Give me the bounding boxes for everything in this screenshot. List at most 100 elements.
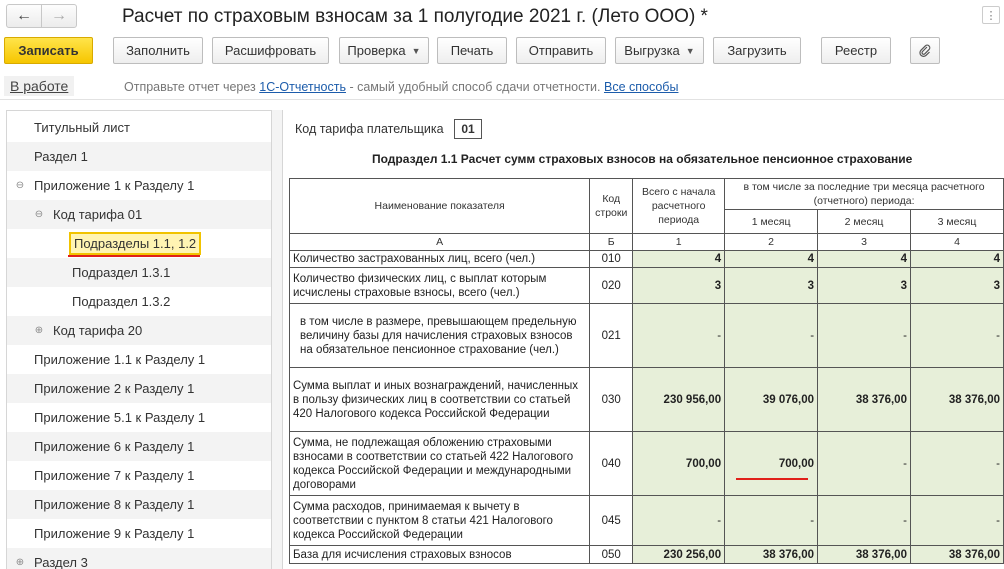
row-code: 030 [589,367,634,432]
attachment-button[interactable] [910,37,940,64]
cell-month1[interactable]: - [724,495,819,546]
header-month3: 3 месяц [909,209,1004,234]
save-button[interactable]: Записать [4,37,93,64]
tree-item[interactable]: Приложение 1.1 к Разделу 1 [7,345,271,374]
row-name: Сумма расходов, принимаемая к вычету в с… [288,495,591,546]
table-row: База для исчисления страховых взносов 05… [288,545,1004,564]
load-button[interactable]: Загрузить [713,37,801,64]
cell-month2[interactable]: - [817,303,911,368]
cell-month3[interactable]: 3 [909,267,1004,304]
tree-item[interactable]: ⊕ Код тарифа 20 [7,316,271,345]
arrow-right-icon: → [51,7,67,24]
cell-total[interactable]: 4 [632,250,726,268]
send-button[interactable]: Отправить [516,37,606,64]
cell-month1[interactable]: - [724,303,819,368]
tree-item[interactable]: Приложение 2 к Разделу 1 [7,374,271,403]
cell-month1[interactable]: 38 376,00 [724,545,819,564]
cell-month3[interactable]: - [909,495,1004,546]
expand-icon[interactable]: ⊕ [33,325,45,336]
row-code: 050 [589,545,634,564]
panel-splitter[interactable] [272,110,283,569]
link-all-methods[interactable]: Все способы [604,80,678,94]
tree-item[interactable]: Титульный лист [7,113,271,142]
column-number: 3 [817,233,911,251]
tree-item[interactable]: ⊖ Код тарифа 01 [7,200,271,229]
cell-month3[interactable]: 38 376,00 [909,367,1004,432]
check-button-label: Проверка [347,43,406,58]
print-button[interactable]: Печать [437,37,507,64]
window-controls: ⋮ [982,6,1000,24]
status-message: Отправьте отчет через 1С-Отчетность - са… [124,80,678,94]
registry-button-label: Реестр [834,43,878,58]
check-dropdown-button[interactable]: Проверка ▼ [339,37,429,64]
link-1c-reporting[interactable]: 1С-Отчетность [259,80,346,94]
cell-month1[interactable]: 39 076,00 [724,367,819,432]
tariff-code-label: Код тарифа плательщика [295,122,444,136]
tree-item-label: Приложение 8 к Разделу 1 [34,497,195,512]
cell-month2[interactable]: 38 376,00 [817,367,911,432]
back-button[interactable]: ← [6,4,42,28]
cell-total[interactable]: 700,00 [632,431,726,496]
decode-button-label: Расшифровать [224,43,317,58]
cell-month2[interactable]: 4 [817,250,911,268]
collapse-icon[interactable]: ⊖ [33,209,45,220]
cell-month1[interactable]: 3 [724,267,819,304]
cell-month2[interactable]: - [817,431,911,496]
row-code: 040 [589,431,634,496]
registry-button[interactable]: Реестр [821,37,891,64]
cell-month2[interactable]: 3 [817,267,911,304]
row-code: 021 [589,303,634,368]
tree-item[interactable]: Приложение 9 к Разделу 1 [7,519,271,548]
cell-month3[interactable]: - [909,431,1004,496]
tree-item[interactable]: ⊕ Раздел 3 [7,548,271,569]
cell-total[interactable]: - [632,303,726,368]
column-number: 1 [632,233,726,251]
tree-item-label: Приложение 9 к Разделу 1 [34,526,195,541]
tree-item[interactable]: Подраздел 1.3.1 [7,258,271,287]
tree-item[interactable]: Приложение 5.1 к Разделу 1 [7,403,271,432]
table-row: Сумма, не подлежащая обложению страховым… [288,431,1004,496]
tariff-code-value[interactable]: 01 [454,119,482,139]
expand-icon[interactable]: ⊕ [14,557,26,568]
cell-total[interactable]: 230 256,00 [632,545,726,564]
tree-item[interactable]: Приложение 8 к Разделу 1 [7,490,271,519]
cell-month1[interactable]: 700,00 [724,431,819,496]
tree-item-label: Приложение 6 к Разделу 1 [34,439,195,454]
tree-item[interactable]: Приложение 6 к Разделу 1 [7,432,271,461]
export-dropdown-button[interactable]: Выгрузка ▼ [615,37,704,64]
tree-item-label: Раздел 3 [34,555,88,569]
header-month2: 2 месяц [817,209,911,234]
tree-item[interactable]: Приложение 7 к Разделу 1 [7,461,271,490]
tree-item-label: Титульный лист [34,120,131,135]
cell-month3[interactable]: - [909,303,1004,368]
highlight-underline [736,478,808,480]
cell-month1[interactable]: 4 [724,250,819,268]
tree-item[interactable]: Подраздел 1.3.2 [7,287,271,316]
status-in-work-link[interactable]: В работе [4,76,75,96]
column-letter: Б [589,233,634,251]
row-name: Сумма выплат и иных вознаграждений, начи… [288,367,591,432]
load-button-label: Загрузить [727,43,787,58]
table-row: Сумма выплат и иных вознаграждений, начи… [288,367,1004,432]
forward-button[interactable]: → [41,4,77,28]
cell-month2[interactable]: - [817,495,911,546]
tree-item-selected[interactable]: Подразделы 1.1, 1.2 [7,229,271,258]
highlight-underline [68,255,200,257]
tree-item[interactable]: Раздел 1 [7,142,271,171]
collapse-icon[interactable]: ⊖ [14,180,26,191]
cell-month3[interactable]: 38 376,00 [909,545,1004,564]
tree-item[interactable]: ⊖ Приложение 1 к Разделу 1 [7,171,271,200]
status-line: В работе Отправьте отчет через 1С-Отчетн… [0,74,1004,100]
decode-button[interactable]: Расшифровать [212,37,329,64]
menu-more-icon[interactable]: ⋮ [982,6,1000,24]
cell-month3[interactable]: 4 [909,250,1004,268]
cell-total[interactable]: 3 [632,267,726,304]
tree-item-label: Приложение 7 к Разделу 1 [34,468,195,483]
fill-button[interactable]: Заполнить [113,37,203,64]
cell-month2[interactable]: 38 376,00 [817,545,911,564]
command-bar: Записать Заполнить Расшифровать Проверка… [0,37,1004,65]
cell-total[interactable]: - [632,495,726,546]
cell-total[interactable]: 230 956,00 [632,367,726,432]
row-code: 010 [589,250,634,268]
chevron-down-icon: ▼ [685,45,695,56]
